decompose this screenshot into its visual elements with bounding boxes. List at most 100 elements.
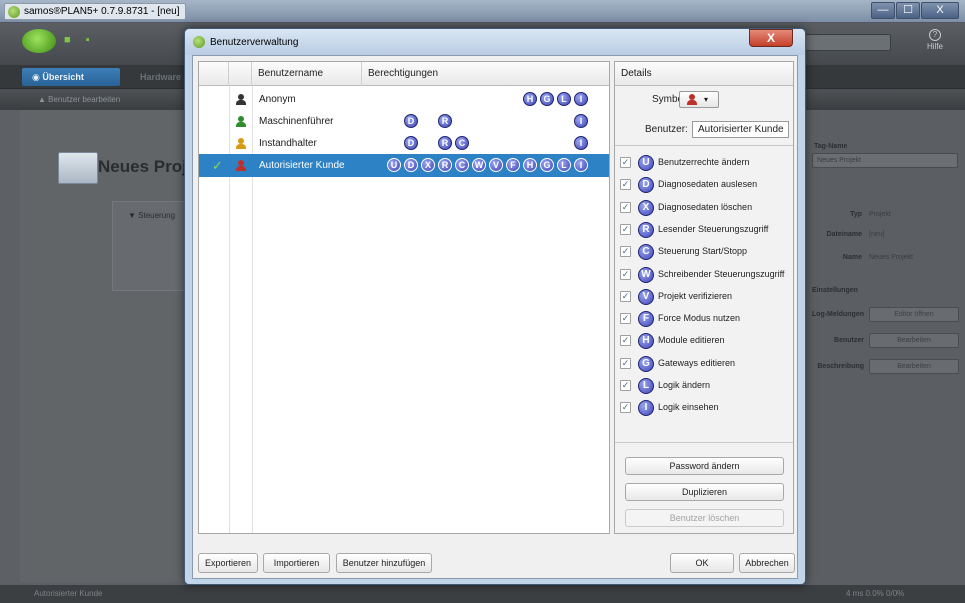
beschreibung-edit-button[interactable]: Bearbeiten — [869, 359, 959, 374]
table-row[interactable]: Instandhalter D R C I — [199, 132, 609, 155]
permission-item[interactable]: ✓ I Logik einsehen — [620, 398, 792, 418]
permission-checkbox[interactable]: ✓ — [620, 179, 631, 191]
permission-badge-r: R — [638, 221, 654, 238]
permission-item[interactable]: ✓ G Gateways editieren — [620, 354, 792, 374]
typ-value: Projekt — [869, 211, 891, 218]
benutzer-name-input[interactable]: Autorisierter Kunde — [692, 121, 789, 138]
header-symbol-column — [229, 62, 252, 86]
permission-item[interactable]: ✓ H Module editieren — [620, 331, 792, 351]
details-panel: Details Symbol: ▾ Benutzer: Autorisierte… — [614, 61, 794, 534]
permission-checkbox[interactable]: ✓ — [620, 335, 631, 347]
steuerung-label[interactable]: ▼ Steuerung — [128, 211, 175, 220]
user-symbol-body — [236, 144, 246, 149]
user-symbol-body — [236, 122, 246, 127]
permission-label: Schreibender Steuerungszugriff — [658, 268, 785, 279]
permission-item[interactable]: ✓ F Force Modus nutzen — [620, 309, 792, 329]
permission-item[interactable]: ✓ V Projekt verifizieren — [620, 287, 792, 307]
permission-badge-c: C — [455, 158, 469, 172]
search-input[interactable] — [805, 34, 891, 51]
status-user-text: Autorisierter Kunde — [34, 589, 103, 598]
permission-checkbox[interactable]: ✓ — [620, 223, 631, 235]
chevron-down-icon: ▾ — [704, 95, 709, 104]
permission-badge-l: L — [638, 378, 654, 394]
add-user-button[interactable]: Benutzer hinzufügen — [336, 553, 432, 573]
user-symbol-icon — [236, 138, 246, 149]
permission-badge-r: R — [438, 114, 452, 128]
permission-badge-f: F — [638, 311, 654, 328]
permission-label: Lesender Steuerungszugriff — [658, 223, 769, 234]
permission-badge-v: V — [638, 288, 654, 305]
help-label: Hilfe — [926, 42, 943, 51]
permission-item[interactable]: ✓ R Lesender Steuerungszugriff — [620, 220, 792, 240]
username-cell: Anonym — [259, 94, 296, 105]
username-cell: Instandhalter — [259, 138, 317, 149]
permission-item[interactable]: ✓ D Diagnosedaten auslesen — [620, 175, 792, 195]
permission-badge-x: X — [421, 158, 435, 172]
password-change-button[interactable]: Password ändern — [625, 457, 784, 475]
dialog-close-button[interactable]: X — [749, 29, 793, 47]
symbol-dropdown[interactable]: ▾ — [679, 91, 719, 108]
dialog-title-text: Benutzerverwaltung — [210, 36, 299, 48]
permission-checkbox[interactable]: ✓ — [620, 313, 631, 325]
permission-checkbox[interactable]: ✓ — [620, 402, 631, 414]
permission-badge-g: G — [540, 158, 554, 172]
permission-badge-r: R — [438, 158, 452, 172]
toolbar-icons[interactable]: ■ ▪ — [64, 34, 96, 46]
permission-checkbox[interactable]: ✓ — [620, 357, 631, 369]
export-button[interactable]: Exportieren — [198, 553, 258, 573]
permission-checkbox[interactable]: ✓ — [620, 290, 631, 302]
permission-label: Force Modus nutzen — [658, 313, 741, 324]
user-table: Benutzername Berechtigungen Anonym H G L I Ma… — [198, 61, 610, 534]
tag-name-field[interactable]: Neues Projekt — [812, 153, 958, 168]
name-label: Name — [842, 254, 862, 261]
permission-badge-w: W — [638, 266, 654, 283]
permission-item[interactable]: ✓ C Steuerung Start/Stopp — [620, 242, 792, 262]
cancel-button[interactable]: Abbrechen — [739, 553, 795, 573]
close-window-button[interactable]: X — [921, 2, 959, 19]
tab-overview-label: Übersicht — [42, 72, 84, 82]
table-row[interactable]: ✓ Autorisierter Kunde U D X R C W V F H G L I — [199, 154, 609, 177]
duplicate-button[interactable]: Duplizieren — [625, 483, 784, 501]
username-cell: Maschinenführer — [259, 116, 334, 127]
permission-badge-l: L — [557, 92, 571, 106]
permission-item[interactable]: ✓ W Schreibender Steuerungszugriff — [620, 265, 792, 285]
minimize-button[interactable]: — — [871, 2, 895, 19]
main-window-title: samos®PLAN5+ 0.7.9.8731 - [neu] — [4, 3, 186, 20]
details-divider — [615, 145, 793, 146]
status-bar — [0, 585, 965, 603]
tab-hardware[interactable]: Hardware — [126, 68, 184, 86]
user-symbol-body — [687, 100, 697, 105]
delete-user-button: Benutzer löschen — [625, 509, 784, 527]
maximize-button[interactable]: ☐ — [896, 2, 920, 19]
header-berechtigungen[interactable]: Berechtigungen — [362, 62, 609, 86]
permission-item[interactable]: ✓ X Diagnosedaten löschen — [620, 198, 792, 218]
permission-badge-i: I — [574, 158, 588, 172]
user-symbol-icon — [236, 116, 246, 127]
permission-item[interactable]: ✓ U Benutzerrechte ändern — [620, 153, 792, 173]
edit-user-button[interactable]: ▲ Benutzer bearbeiten — [38, 92, 120, 107]
table-row[interactable]: Maschinenführer D R I — [199, 110, 609, 133]
permission-label: Diagnosedaten auslesen — [658, 179, 758, 190]
user-symbol-body — [236, 100, 246, 105]
header-benutzername[interactable]: Benutzername — [252, 62, 362, 86]
permission-checkbox[interactable]: ✓ — [620, 268, 631, 280]
editor-open-button[interactable]: Editor öffnen — [869, 307, 959, 322]
permission-checkbox[interactable]: ✓ — [620, 246, 631, 258]
table-row[interactable]: Anonym H G L I — [199, 88, 609, 111]
dialog-title: Benutzerverwaltung — [193, 36, 298, 48]
help-button[interactable]: ? Hilfe — [915, 29, 955, 52]
permission-checkbox[interactable]: ✓ — [620, 201, 631, 213]
permission-badge-u: U — [387, 158, 401, 172]
permission-checkbox[interactable]: ✓ — [620, 380, 631, 391]
permission-item[interactable]: ✓ L Logik ändern — [620, 376, 792, 396]
permission-label: Logik einsehen — [658, 402, 719, 413]
import-button[interactable]: Importieren — [263, 553, 330, 573]
benutzer-edit-button[interactable]: Bearbeiten — [869, 333, 959, 348]
dateiname-label: Dateiname — [826, 231, 862, 238]
tab-overview[interactable]: ◉ Übersicht — [22, 68, 120, 86]
permission-checkbox[interactable]: ✓ — [620, 157, 631, 168]
eye-icon: ◉ — [32, 72, 43, 82]
ok-button[interactable]: OK — [670, 553, 734, 573]
permission-badge-d: D — [404, 158, 418, 172]
permission-badge-v: V — [489, 158, 503, 172]
